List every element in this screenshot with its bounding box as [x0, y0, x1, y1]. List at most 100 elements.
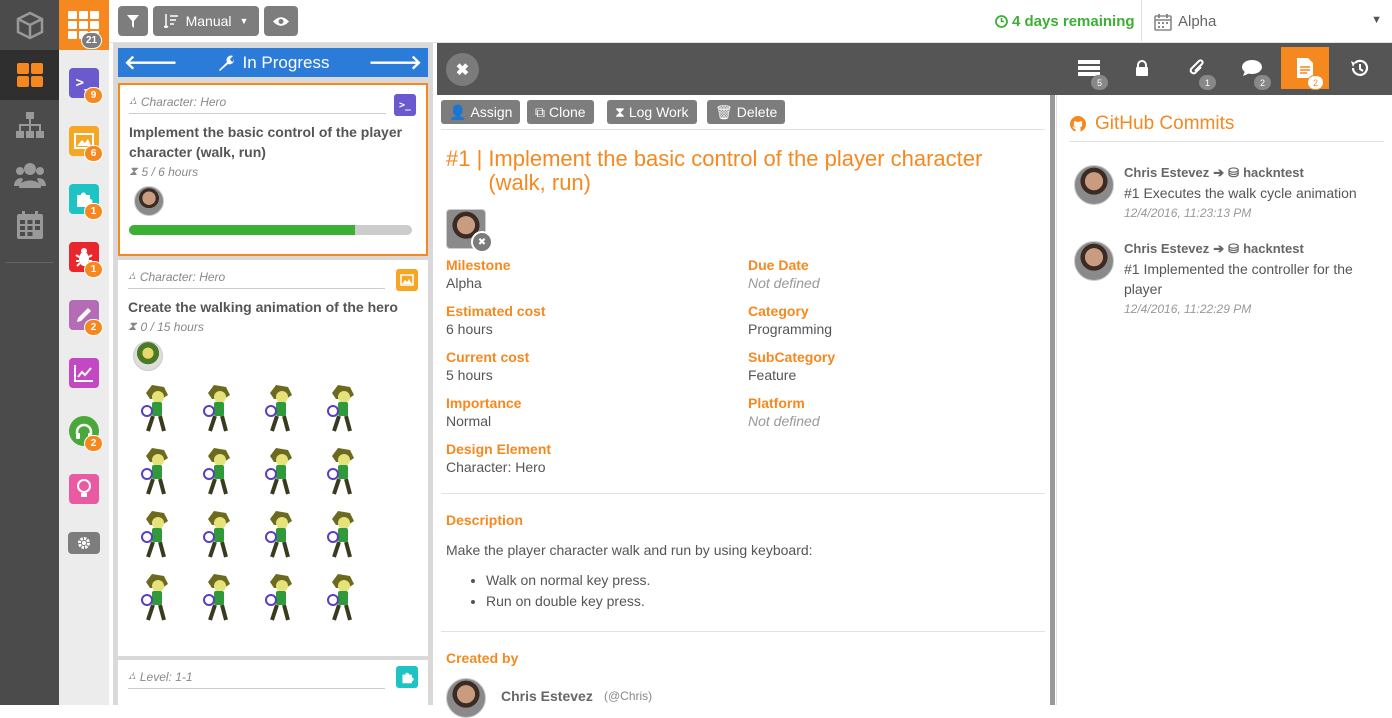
filter-button[interactable]: [118, 6, 148, 36]
field-label: Category: [748, 303, 809, 319]
sound-category[interactable]: 2: [59, 402, 109, 460]
field-label: SubCategory: [748, 349, 836, 365]
field-label: Platform: [748, 395, 805, 411]
attachment-tab[interactable]: 1: [1173, 47, 1221, 90]
card-category: ⛼ Character: Hero: [129, 85, 386, 114]
avatar: [1074, 241, 1114, 281]
task-detail-panel: ✖ 5 1 2 2 👤 Assign ⧉ Clone ⧗ Log Work 🗑 …: [437, 43, 1392, 718]
image-icon: [396, 269, 418, 291]
top-toolbar: Manual ▼ 4 days remaining Alpha ▼: [109, 0, 1392, 43]
sprite-frame: [200, 383, 234, 435]
add-user-icon: 👤: [449, 103, 467, 120]
platform-field: Platform Not defined: [748, 395, 820, 429]
document-tab[interactable]: 2: [1281, 47, 1329, 90]
sprite-frame: [200, 572, 234, 624]
avatar[interactable]: [446, 678, 486, 718]
task-card[interactable]: ⛼ Character: Hero >_ Implement the basic…: [118, 83, 428, 256]
eye-icon: [273, 16, 289, 26]
history-tab[interactable]: [1335, 47, 1383, 89]
avatar[interactable]: [133, 341, 163, 371]
console-category[interactable]: >_ 9: [59, 54, 109, 112]
field-value: Normal: [446, 413, 492, 429]
tasks-tab[interactable]: 5: [1065, 47, 1113, 90]
hourglass-icon: ⧗: [129, 164, 138, 178]
pencil-count-badge: 2: [84, 319, 103, 336]
remove-assignee-icon[interactable]: ✖: [471, 231, 493, 253]
sprite-sheet-image: [128, 375, 418, 635]
idea-category[interactable]: [59, 460, 109, 518]
sprite-frame: [138, 572, 172, 624]
puzzle-count-badge: 1: [84, 203, 103, 220]
field-label: Design Element: [446, 441, 552, 457]
assign-button[interactable]: 👤 Assign: [441, 100, 521, 124]
log-work-button[interactable]: ⧗ Log Work: [607, 100, 697, 124]
board-icon[interactable]: [0, 50, 59, 100]
bug-category[interactable]: 1: [59, 228, 109, 286]
sprite-frame: [262, 572, 296, 624]
github-title-text: GitHub Commits: [1095, 113, 1235, 134]
current-cost-field: Current cost 5 hours: [446, 349, 529, 383]
users-icon[interactable]: [0, 150, 59, 200]
list-item: Walk on normal key press.: [486, 570, 1045, 591]
image-count-badge: 6: [84, 145, 103, 162]
field-value: Character: Hero: [446, 459, 546, 475]
close-button[interactable]: ✖: [446, 53, 479, 86]
estimated-cost-field: Estimated cost 6 hours: [446, 303, 546, 337]
sort-dropdown[interactable]: Manual ▼: [153, 6, 259, 36]
assignee: ✖: [446, 209, 496, 254]
arrow-right-icon[interactable]: 🡒: [368, 50, 422, 75]
task-card[interactable]: ⛼ Character: Hero Create the walking ani…: [118, 260, 428, 656]
pencil-category[interactable]: 2: [59, 286, 109, 344]
puzzle-category[interactable]: 1: [59, 170, 109, 228]
lock-tab[interactable]: [1118, 47, 1166, 89]
milestone-value: Alpha: [1178, 13, 1217, 30]
kanban-column: 🡐 In Progress 🡒 ⛼ Character: Hero >_ Imp…: [113, 43, 433, 705]
scrollbar[interactable]: [1050, 95, 1055, 705]
close-icon: ✖: [455, 61, 470, 79]
sprite-frame: [200, 446, 234, 498]
gear-icon: [68, 532, 100, 554]
filter-icon: [127, 14, 139, 28]
clone-button[interactable]: ⧉ Clone: [527, 100, 594, 124]
hourglass-icon: ⧗: [615, 103, 625, 120]
sprite-frame: [262, 509, 296, 561]
avatar[interactable]: [134, 186, 164, 216]
delete-button[interactable]: 🗑 Delete: [707, 100, 786, 124]
description-label: Description: [446, 512, 524, 528]
hierarchy-icon[interactable]: [0, 100, 59, 150]
chevron-down-icon: ▼: [1371, 14, 1382, 26]
rail-divider: [6, 262, 53, 263]
category-bar: 21 >_ 9 6 1 1 2 2: [59, 0, 109, 705]
arrow-left-icon[interactable]: 🡐: [124, 50, 178, 75]
chart-category[interactable]: [59, 344, 109, 402]
assign-label: Assign: [470, 104, 513, 120]
tasks-category[interactable]: 21: [59, 0, 109, 50]
sprite-frame: [138, 383, 172, 435]
detail-body: #1 | Implement the basic control of the …: [441, 129, 1045, 718]
commit-repo: hackntest: [1243, 165, 1304, 180]
field-value: Feature: [748, 367, 797, 383]
tasks-count-badge: 21: [81, 32, 103, 49]
visibility-button[interactable]: [264, 6, 298, 36]
commit-message: #1 Executes the walk cycle animation: [1124, 185, 1357, 201]
cube-icon[interactable]: [0, 0, 59, 50]
github-icon: [1070, 116, 1086, 132]
card-hours: ⧗ 5 / 6 hours: [129, 164, 417, 179]
card-hours-text: 5 / 6 hours: [141, 164, 199, 179]
hierarchy-small-icon: ⛼: [128, 270, 136, 282]
card-category-text: Level: 1-1: [139, 670, 193, 684]
field-value: Programming: [748, 321, 833, 337]
due-date-field: Due Date Not defined: [748, 257, 820, 291]
hourglass-icon: ⧗: [128, 319, 137, 333]
clone-icon: ⧉: [535, 103, 545, 120]
sound-count-badge: 2: [84, 435, 103, 452]
task-card[interactable]: ⛼ Level: 1-1: [118, 660, 428, 705]
calendar-icon[interactable]: [0, 200, 59, 250]
image-category[interactable]: 6: [59, 112, 109, 170]
milestone-select[interactable]: Alpha ▼: [1141, 0, 1392, 43]
trash-icon: 🗑: [715, 103, 733, 120]
comments-tab[interactable]: 2: [1228, 47, 1276, 90]
settings-button[interactable]: [59, 518, 109, 568]
card-category: ⛼ Character: Hero: [128, 260, 385, 289]
commit-author: Chris Estevez: [1124, 241, 1210, 256]
